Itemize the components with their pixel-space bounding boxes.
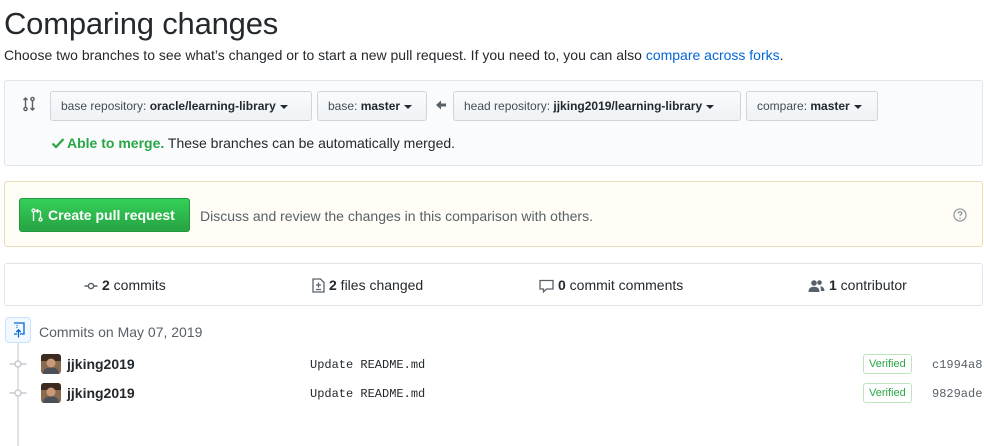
- people-icon: [808, 280, 825, 292]
- subtitle-end: .: [779, 47, 784, 63]
- base-repository-value: oracle/learning-library: [149, 99, 276, 113]
- commit-row: jjking2019 Update README.md Verified c19…: [0, 352, 984, 376]
- avatar[interactable]: [41, 354, 61, 374]
- commit-row: jjking2019 Update README.md Verified 982…: [0, 381, 984, 405]
- head-repository-label: head repository:: [464, 99, 554, 113]
- head-repository-select[interactable]: head repository: jjking2019/learning-lib…: [453, 91, 741, 121]
- merge-ok-text: Able to merge.: [67, 135, 165, 151]
- arrow-left-icon: [436, 100, 446, 110]
- compare-branch-select[interactable]: compare: master: [746, 91, 878, 121]
- page-subtitle: Choose two branches to see what’s change…: [4, 46, 784, 64]
- commit-message-link[interactable]: Update README.md: [310, 357, 425, 373]
- chevron-down-icon: [404, 104, 413, 109]
- contributors-count: 1: [829, 277, 837, 293]
- files-label: files changed: [336, 277, 424, 293]
- compare-branch-label: compare:: [757, 99, 811, 113]
- commit-comments-tab[interactable]: 0 commit comments: [539, 276, 683, 294]
- comments-count: 0: [558, 277, 566, 293]
- base-branch-select[interactable]: base: master: [317, 91, 427, 121]
- chevron-down-icon: [279, 104, 288, 109]
- merge-status: Able to merge. These branches can be aut…: [51, 134, 455, 152]
- subtitle-text: Choose two branches to see what’s change…: [4, 47, 646, 63]
- base-branch-label: base:: [328, 99, 361, 113]
- commit-author-link[interactable]: jjking2019: [67, 355, 135, 373]
- commits-tab[interactable]: 2 commits: [84, 276, 166, 294]
- merge-description: These branches can be automatically merg…: [164, 135, 456, 151]
- compare-icon: [23, 96, 35, 112]
- check-icon: [51, 138, 65, 149]
- compare-branch-value: master: [810, 99, 850, 113]
- contributors-tab[interactable]: 1 contributor: [808, 276, 907, 294]
- head-repository-value: jjking2019/learning-library: [553, 99, 703, 113]
- compare-across-forks-link[interactable]: compare across forks: [646, 47, 780, 63]
- verified-badge[interactable]: Verified: [863, 354, 912, 374]
- commit-message-link[interactable]: Update README.md: [310, 386, 425, 402]
- file-diff-icon: [312, 278, 325, 293]
- create-pr-panel: Create pull request Discuss and review t…: [4, 181, 983, 247]
- files-count: 2: [329, 277, 337, 293]
- commits-label: commits: [109, 277, 166, 293]
- range-editor: base repository: oracle/learning-library…: [4, 80, 983, 166]
- commit-icon: [9, 389, 27, 397]
- commits-group-title: Commits on May 07, 2019: [39, 324, 203, 340]
- verified-badge[interactable]: Verified: [863, 383, 912, 403]
- commits-count: 2: [102, 277, 110, 293]
- page-title: Comparing changes: [4, 6, 279, 41]
- commit-sha-link[interactable]: 9829ade: [932, 386, 982, 402]
- chevron-down-icon: [853, 104, 862, 109]
- commits-group-icon: [5, 317, 31, 343]
- comparison-stats: 2 commits 2 files changed 0 commit comme…: [4, 263, 983, 306]
- repo-push-icon: [14, 322, 25, 338]
- create-pull-request-label: Create pull request: [48, 207, 175, 223]
- contributors-label: contributor: [836, 277, 907, 293]
- commit-sha-link[interactable]: c1994a8: [932, 357, 982, 373]
- chevron-down-icon: [706, 104, 715, 109]
- base-repository-label: base repository:: [61, 99, 150, 113]
- base-branch-value: master: [360, 99, 401, 113]
- files-changed-tab[interactable]: 2 files changed: [312, 276, 423, 294]
- comments-label: commit comments: [565, 277, 684, 293]
- create-pull-request-button[interactable]: Create pull request: [19, 198, 190, 232]
- avatar[interactable]: [41, 383, 61, 403]
- create-pr-description: Discuss and review the changes in this c…: [200, 208, 593, 224]
- commit-icon: [84, 282, 98, 290]
- commit-author-link[interactable]: jjking2019: [67, 384, 135, 402]
- comment-icon: [539, 279, 554, 294]
- pull-request-icon: [31, 208, 43, 222]
- question-icon[interactable]: [953, 208, 967, 222]
- base-repository-select[interactable]: base repository: oracle/learning-library: [50, 91, 312, 121]
- commit-icon: [9, 360, 27, 368]
